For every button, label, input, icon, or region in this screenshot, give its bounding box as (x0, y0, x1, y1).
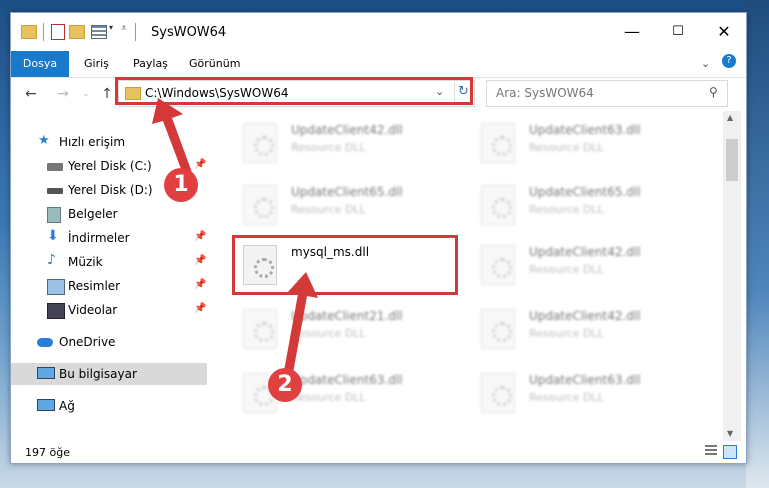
step-2-badge: 2 (268, 368, 302, 402)
annotation-arrows (152, 98, 318, 384)
step-1-badge: 1 (164, 168, 198, 202)
